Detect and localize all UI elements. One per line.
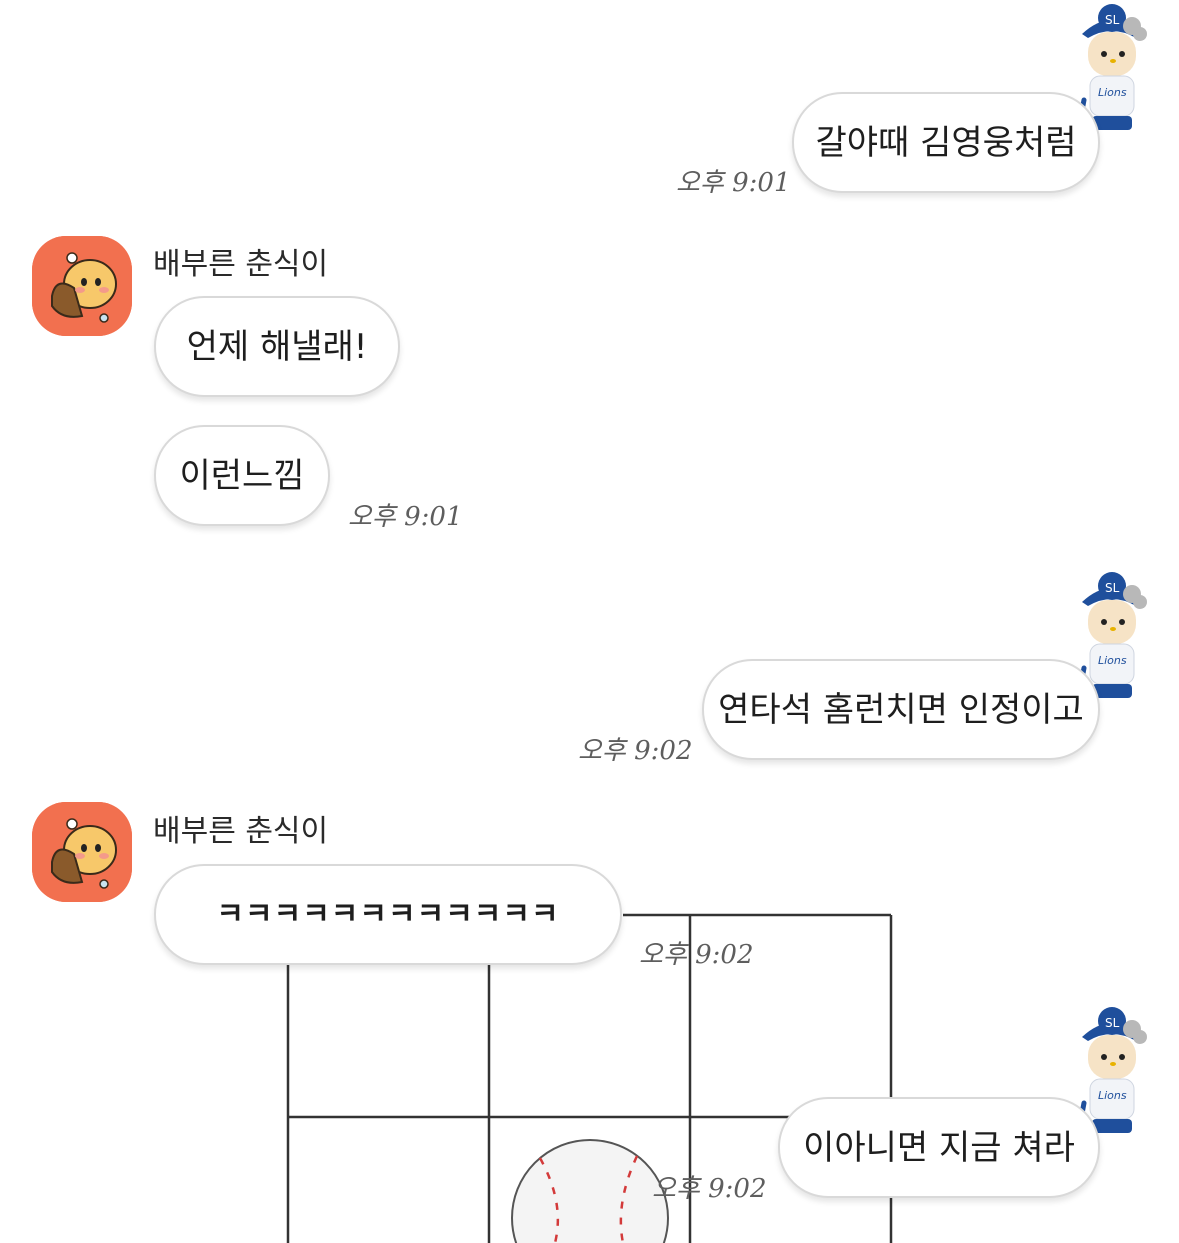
message-text: 갈야때 김영웅처럼 — [815, 122, 1077, 163]
jersey-text: Lions — [1098, 1089, 1127, 1102]
baseball-icon — [511, 1139, 669, 1243]
message-time: 오후 9:02 — [578, 736, 693, 766]
cap-logo: SL — [1105, 1016, 1120, 1030]
message-text: 이아니면 지금 쳐라 — [803, 1127, 1075, 1168]
jersey-text: Lions — [1098, 86, 1127, 99]
sender-name: 배부른 춘식이 — [153, 814, 329, 849]
message-time: 오후 9:02 — [652, 1174, 767, 1204]
message-bubble[interactable]: 언제 해낼래! — [154, 296, 400, 397]
message-text: 이런느낌 — [179, 455, 305, 496]
friend-avatar-icon[interactable] — [32, 236, 132, 336]
message-time: 오후 9:01 — [348, 502, 463, 532]
friend-avatar-icon[interactable] — [32, 802, 132, 902]
cap-logo: SL — [1105, 581, 1120, 595]
sender-name: 배부른 춘식이 — [153, 247, 329, 282]
message-bubble[interactable]: ㅋㅋㅋㅋㅋㅋㅋㅋㅋㅋㅋㅋ — [154, 864, 622, 965]
cap-logo: SL — [1105, 13, 1120, 27]
jersey-text: Lions — [1098, 654, 1127, 667]
message-bubble[interactable]: 갈야때 김영웅처럼 — [792, 92, 1100, 193]
message-text: ㅋㅋㅋㅋㅋㅋㅋㅋㅋㅋㅋㅋ — [216, 896, 560, 932]
message-text: 연타석 홈런치면 인정이고 — [718, 689, 1084, 730]
message-text: 언제 해낼래! — [186, 326, 368, 367]
message-time: 오후 9:02 — [639, 940, 754, 970]
message-time: 오후 9:01 — [676, 168, 791, 198]
message-bubble[interactable]: 이런느낌 — [154, 425, 330, 526]
message-bubble[interactable]: 연타석 홈런치면 인정이고 — [702, 659, 1100, 760]
message-bubble[interactable]: 이아니면 지금 쳐라 — [778, 1097, 1100, 1198]
